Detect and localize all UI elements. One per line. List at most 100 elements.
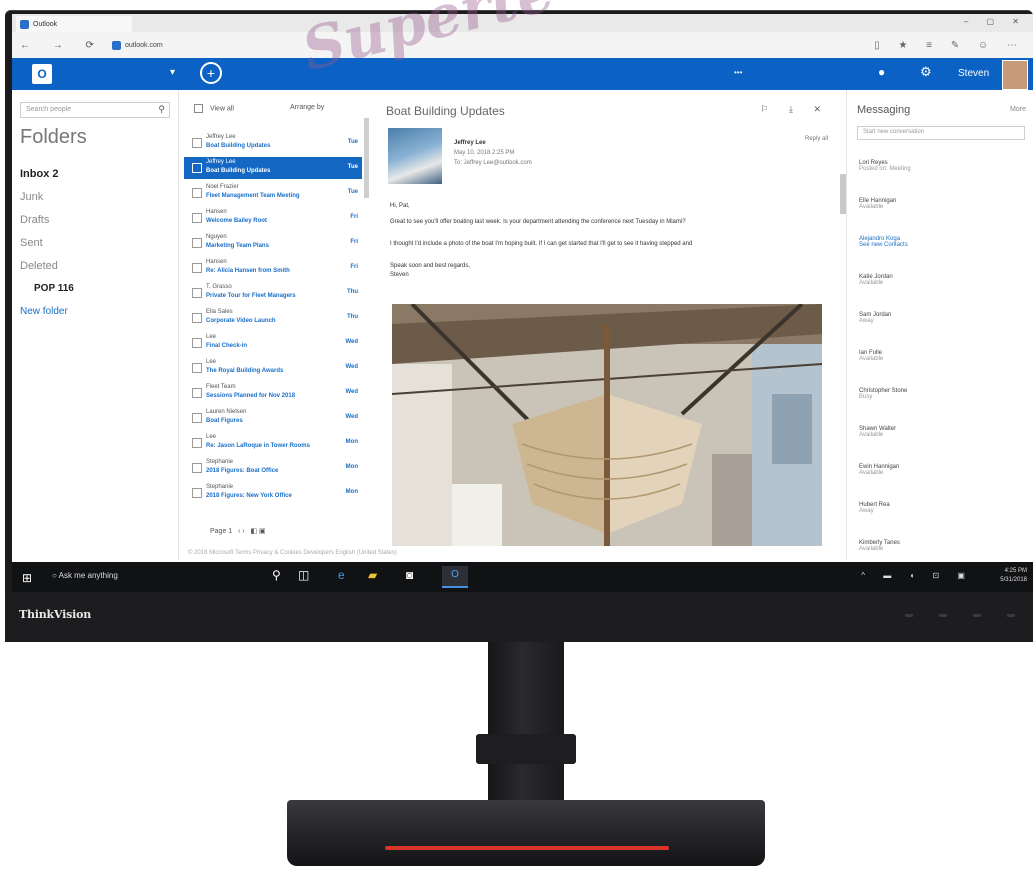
new-button[interactable]: + [200, 62, 222, 84]
message-checkbox[interactable] [192, 488, 202, 498]
nav-buttons-icon[interactable]: ← → ⟳ [20, 40, 104, 51]
contact-item[interactable]: Sam Jordan Away [859, 312, 1024, 325]
select-all-checkbox[interactable] [194, 104, 203, 113]
message-checkbox[interactable] [192, 213, 202, 223]
boat-workshop-photo[interactable] [392, 304, 822, 546]
contact-item[interactable]: Kimberly Tanes Available [859, 540, 1024, 553]
monitor-button[interactable] [973, 614, 981, 617]
system-tray-icon[interactable]: ^ ▬ ◖ ⊡ ▣ [861, 571, 973, 580]
search-icon[interactable]: ⚲ [158, 104, 165, 115]
message-from: Noel Frazier [206, 184, 239, 190]
outlook-taskbar-icon[interactable]: O [442, 566, 468, 588]
message-item[interactable]: Noel Frazier Fleet Management Team Meetin… [184, 182, 362, 204]
message-item[interactable]: Hansen Welcome Bailey Root Fri [184, 207, 362, 229]
contact-item[interactable]: Ian Fulle Available [859, 350, 1024, 363]
search-people-input[interactable]: Search people ⚲ [20, 102, 170, 118]
task-view-icon[interactable]: ◫ [298, 568, 309, 582]
message-checkbox[interactable] [192, 138, 202, 148]
message-checkbox[interactable] [192, 463, 202, 473]
monitor-button[interactable] [905, 614, 913, 617]
arrange-by-dropdown[interactable]: Arrange by [290, 104, 324, 111]
reader-tools-icon[interactable]: ⚐ ⤓ ✕ [760, 104, 830, 115]
message-item[interactable]: Lee Re: Jason LaRoque in Tower Rooms Mon [184, 432, 362, 454]
message-from: Lauren Nielsen [206, 409, 247, 415]
cortana-search[interactable]: ○ Ask me anything [52, 571, 118, 580]
chevron-down-icon[interactable]: ▾ [170, 67, 175, 78]
message-checkbox[interactable] [192, 413, 202, 423]
message-checkbox[interactable] [192, 363, 202, 373]
message-subject-preview: Marketing Team Plans [206, 243, 269, 249]
message-item[interactable]: Lee The Royal Building Awards Wed [184, 357, 362, 379]
store-icon[interactable]: ◙ [406, 568, 413, 582]
browser-tools-icon[interactable]: ▯ ★ ≡ ✎ ☺ ⋯ [874, 40, 1025, 51]
messaging-pane: Messaging More Start new conversation Lo… [846, 90, 1033, 560]
message-from: Ella Sales [206, 309, 233, 315]
message-checkbox[interactable] [192, 163, 202, 173]
chat-icon[interactable]: ● [878, 65, 885, 79]
list-scrollbar[interactable] [364, 118, 369, 198]
sailboat-thumbnail[interactable] [388, 128, 442, 184]
windows-start-icon[interactable]: ⊞ [22, 571, 32, 585]
message-item[interactable]: Jeffrey Lee Boat Building Updates Tue [184, 132, 362, 154]
folder-junk[interactable]: Junk [20, 191, 43, 203]
monitor-button[interactable] [1007, 614, 1015, 617]
message-checkbox[interactable] [192, 388, 202, 398]
contact-item[interactable]: Katie Jordan Available [859, 274, 1024, 287]
avatar[interactable] [1002, 60, 1028, 90]
message-item[interactable]: Fleet Team Sessions Planned for Nov 2018 W… [184, 382, 362, 404]
user-name[interactable]: Steven [958, 68, 989, 79]
taskbar-clock[interactable]: 4:25 PM 5/31/2018 [1000, 567, 1027, 585]
contact-item[interactable]: Ewin Hannigan Available [859, 464, 1024, 477]
contact-item[interactable]: Shawn Walter Available [859, 426, 1024, 439]
base-accent-stripe [385, 846, 669, 850]
message-checkbox[interactable] [192, 338, 202, 348]
message-from: T. Grasso [206, 284, 232, 290]
message-item[interactable]: Nguyen Marketing Team Plans Fri [184, 232, 362, 254]
contact-item[interactable]: Lori Reyes Posted on: Meeting [859, 160, 1024, 173]
message-item[interactable]: Ella Sales Corporate Video Launch Thu [184, 307, 362, 329]
window-controls[interactable]: – ▢ ✕ [964, 17, 1027, 26]
folder-pop[interactable]: POP 116 [34, 283, 74, 294]
more-link[interactable]: More [1010, 106, 1026, 113]
contact-item[interactable]: Christopher Stone Busy [859, 388, 1024, 401]
pager[interactable]: Page 1 ‹ › ◧ ▣ [210, 527, 266, 535]
browser-tab[interactable]: Outlook [16, 16, 132, 32]
dots-icon[interactable]: ••• [734, 68, 742, 77]
contact-item[interactable]: Elle Hannigan Available [859, 198, 1024, 211]
url-field[interactable]: outlook.com [111, 37, 412, 53]
message-checkbox[interactable] [192, 438, 202, 448]
message-item[interactable]: Hansen Re: Alicia Hansen from Smith Fri [184, 257, 362, 279]
reply-all-button[interactable]: Reply all [805, 136, 828, 142]
folder-inbox[interactable]: Inbox 2 [20, 168, 59, 180]
gear-icon[interactable]: ⚙ [920, 64, 932, 80]
message-checkbox[interactable] [192, 188, 202, 198]
message-item[interactable]: Jeffrey Lee Boat Building Updates Tue [184, 157, 362, 179]
message-item[interactable]: Stephanie 2018 Figures: New York Office Mo… [184, 482, 362, 504]
microphone-icon[interactable]: ⚲ [272, 568, 281, 582]
contact-item[interactable]: Hubert Rea Away [859, 502, 1024, 515]
monitor-button[interactable] [939, 614, 947, 617]
message-item[interactable]: T. Grasso Private Tour for Fleet Managers… [184, 282, 362, 304]
message-checkbox[interactable] [192, 238, 202, 248]
footer-links[interactable]: © 2018 Microsoft Terms Privacy & Cookies… [188, 550, 397, 556]
new-folder-link[interactable]: New folder [20, 306, 68, 317]
folder-deleted[interactable]: Deleted [20, 260, 58, 272]
outlook-logo-icon[interactable]: O [32, 64, 52, 84]
message-item[interactable]: Lauren Nielsen Boat Figures Wed [184, 407, 362, 429]
message-from: Stephanie [206, 484, 234, 490]
message-checkbox[interactable] [192, 263, 202, 273]
folder-sent[interactable]: Sent [20, 237, 43, 249]
monitor-buttons [905, 614, 1015, 617]
message-checkbox[interactable] [192, 288, 202, 298]
message-date: Wed [345, 389, 358, 395]
view-all-link[interactable]: View all [210, 105, 234, 112]
contact-item[interactable]: Alejandro Koga See new Contacts [859, 236, 1024, 249]
file-explorer-icon[interactable]: ▰ [368, 568, 377, 582]
folder-drafts[interactable]: Drafts [20, 214, 49, 226]
message-item[interactable]: Lee Final Check-in Wed [184, 332, 362, 354]
edge-browser-icon[interactable]: e [338, 568, 345, 582]
new-conversation-input[interactable]: Start new conversation [857, 126, 1025, 140]
message-item[interactable]: Stephanie 2018 Figures: Boat Office Mon [184, 457, 362, 479]
message-subject-preview: The Royal Building Awards [206, 368, 284, 374]
message-checkbox[interactable] [192, 313, 202, 323]
